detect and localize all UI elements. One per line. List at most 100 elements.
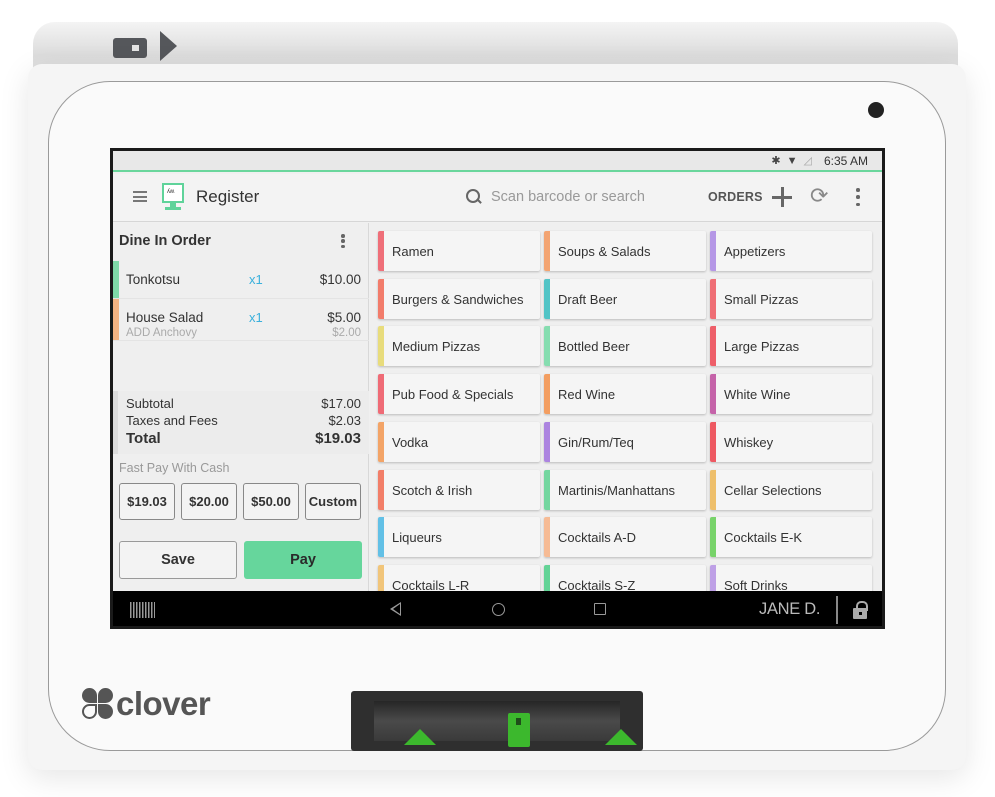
category-tile[interactable]: Martinis/Manhattans [544,469,706,510]
category-color-bar [710,421,716,462]
category-tile[interactable]: Ramen [378,231,540,271]
item-price: $5.00 [327,310,361,325]
search-icon[interactable] [466,189,482,205]
category-label: Gin/Rum/Teq [558,434,634,450]
category-tile[interactable]: Whiskey [710,421,872,462]
taxes-label: Taxes and Fees [126,413,218,428]
arrow-up-icon [605,729,637,745]
navigation-bar: JANE D. [113,591,882,626]
category-label: Liqueurs [392,530,442,546]
save-button[interactable]: Save [119,541,237,579]
order-menu-icon[interactable] [341,234,345,248]
bluetooth-icon: ✱ [771,155,781,167]
category-color-bar [710,326,716,367]
pay-button[interactable]: Pay [244,541,362,579]
category-color-bar [378,469,384,510]
fast-pay-button[interactable]: $20.00 [181,483,237,520]
category-label: Scotch & Irish [392,482,473,498]
lock-icon[interactable] [853,601,868,619]
fast-pay-custom-button[interactable]: Custom [305,483,361,520]
plus-icon[interactable] [772,187,792,207]
category-tile[interactable]: Liqueurs [378,517,540,558]
order-panel: Dine In Order Tonkotsu x1 $10.00 House S… [113,223,369,591]
category-color-bar [710,278,716,319]
clover-logo-icon [82,688,114,720]
category-tile[interactable]: Draft Beer [544,278,706,319]
orders-button[interactable]: ORDERS [708,190,763,204]
order-line-item[interactable]: Tonkotsu x1 $10.00 [113,261,369,299]
item-modifier: ADD Anchovy [126,327,197,339]
sync-icon[interactable]: ⟳ [810,184,828,208]
total-row: Total $19.03 [126,430,361,447]
category-color-bar [378,326,384,367]
home-icon[interactable] [492,603,505,616]
category-color-bar [710,469,716,510]
category-label: Draft Beer [558,291,618,307]
category-color-bar [544,421,550,462]
category-color-bar [544,517,550,558]
taxes-row: Taxes and Fees $2.03 [126,413,361,428]
category-tile[interactable]: Gin/Rum/Teq [544,421,706,462]
category-tile[interactable]: Red Wine [544,374,706,415]
category-color-bar [544,326,550,367]
barcode-icon[interactable] [130,602,155,618]
card-reader [351,691,643,751]
category-tile[interactable]: Small Pizzas [710,278,872,319]
employee-name[interactable]: JANE D. [759,600,820,619]
category-color-bar [378,231,384,271]
category-tile[interactable]: Cocktails E-K [710,517,872,558]
category-tile[interactable]: Burgers & Sandwiches [378,278,540,319]
category-label: Pub Food & Specials [392,387,514,403]
category-tile[interactable]: Cocktails L-R [378,564,540,591]
back-icon[interactable] [390,602,401,616]
category-tile[interactable]: Soft Drinks [710,564,872,591]
category-label: Cocktails A-D [558,530,637,546]
order-line-item[interactable]: House Salad x1 $5.00 ADD Anchovy $2.00 [113,299,369,341]
subtotal-row: Subtotal $17.00 [126,396,361,411]
category-tile[interactable]: Medium Pizzas [378,326,540,367]
item-qty: x1 [249,310,263,325]
category-tile[interactable]: Appetizers [710,231,872,271]
item-name: Tonkotsu [126,272,181,287]
category-tile[interactable]: White Wine [710,374,872,415]
category-label: Medium Pizzas [392,339,481,355]
category-label: Whiskey [724,434,774,450]
category-color-bar [378,564,384,591]
category-label: Red Wine [558,387,616,403]
category-tile[interactable]: Bottled Beer [544,326,706,367]
category-tile[interactable]: Cocktails A-D [544,517,706,558]
cell-signal-icon: ◿ [803,155,812,167]
overflow-menu-icon[interactable] [856,188,860,206]
subtotal-label: Subtotal [126,396,174,411]
category-label: Cocktails L-R [392,577,470,591]
category-grid: Ramen Soups & Salads Appetizers Burgers & S… [370,223,882,591]
category-color-bar [378,374,384,415]
category-color-bar [710,374,716,415]
menu-icon[interactable] [133,191,147,202]
category-label: Cocktails S-Z [558,577,636,591]
category-tile[interactable]: Large Pizzas [710,326,872,367]
category-tile[interactable]: Pub Food & Specials [378,374,540,415]
fast-pay-button[interactable]: $50.00 [243,483,299,520]
category-tile[interactable]: Vodka [378,421,540,462]
search-input[interactable] [491,185,691,209]
brand-name: clover [116,685,211,722]
category-tile[interactable]: Cellar Selections [710,469,872,510]
total-label: Total [126,430,161,447]
category-color-bar [544,231,550,271]
item-name: House Salad [126,310,204,325]
category-tile[interactable]: Soups & Salads [544,231,706,271]
recents-icon[interactable] [594,603,606,615]
category-label: Ramen [392,244,434,259]
category-label: Large Pizzas [724,339,800,355]
category-label: Bottled Beer [558,339,630,355]
camera-icon [868,102,884,118]
category-color-bar [378,278,384,319]
card-slot-icon [113,38,147,58]
category-tile[interactable]: Cocktails S-Z [544,564,706,591]
card-icon [508,713,530,747]
fast-pay-button[interactable]: $19.03 [119,483,175,520]
category-label: White Wine [724,387,791,403]
category-tile[interactable]: Scotch & Irish [378,469,540,510]
order-title: Dine In Order [119,233,211,249]
